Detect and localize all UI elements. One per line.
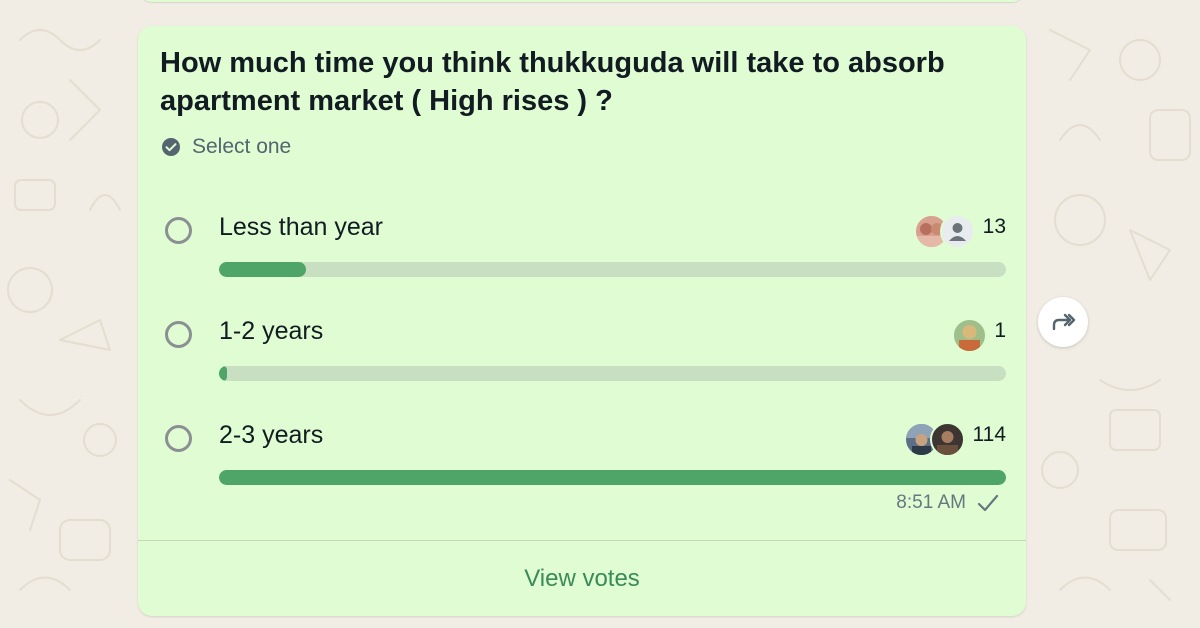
poll-option[interactable]: 2-3 years 114 — [138, 412, 1026, 492]
vote-progress-fill — [219, 470, 1006, 485]
voter-avatar — [952, 318, 987, 353]
poll-message-bubble: How much time you think thukkuguda will … — [138, 26, 1026, 616]
voter-avatars[interactable] — [952, 318, 988, 353]
view-votes-button[interactable]: View votes — [138, 541, 1026, 616]
vote-progress-track — [219, 262, 1006, 277]
option-radio[interactable] — [165, 321, 192, 348]
option-label: 1-2 years — [219, 317, 324, 345]
poll-question: How much time you think thukkuguda will … — [160, 47, 945, 117]
vote-progress-track — [219, 366, 1006, 381]
check-circle-icon — [162, 138, 180, 156]
vote-count: 1 — [994, 319, 1006, 342]
select-one-hint: Select one — [160, 135, 291, 159]
vote-progress-track — [219, 470, 1006, 485]
vote-count: 13 — [982, 215, 1006, 238]
option-radio[interactable] — [165, 217, 192, 244]
poll-option[interactable]: Less than year 13 — [138, 204, 1026, 284]
default-person-avatar — [940, 214, 975, 249]
forward-button[interactable] — [1038, 297, 1088, 347]
option-label: 2-3 years — [219, 421, 324, 449]
forward-icon — [1052, 313, 1076, 331]
voter-avatars[interactable] — [904, 422, 965, 457]
vote-count: 114 — [972, 423, 1006, 446]
poll-option[interactable]: 1-2 years 1 — [138, 308, 1026, 388]
message-meta: 8:51 AM — [896, 492, 1000, 514]
option-label: Less than year — [219, 213, 383, 241]
voter-avatars[interactable] — [914, 214, 975, 249]
single-check-icon — [977, 494, 999, 512]
vote-progress-fill — [219, 366, 227, 381]
message-time: 8:51 AM — [896, 492, 966, 513]
select-hint-label: Select one — [192, 135, 292, 158]
option-radio[interactable] — [165, 425, 192, 452]
voter-avatar — [930, 422, 965, 457]
previous-message-bubble — [138, 0, 1026, 2]
vote-progress-fill — [219, 262, 306, 277]
